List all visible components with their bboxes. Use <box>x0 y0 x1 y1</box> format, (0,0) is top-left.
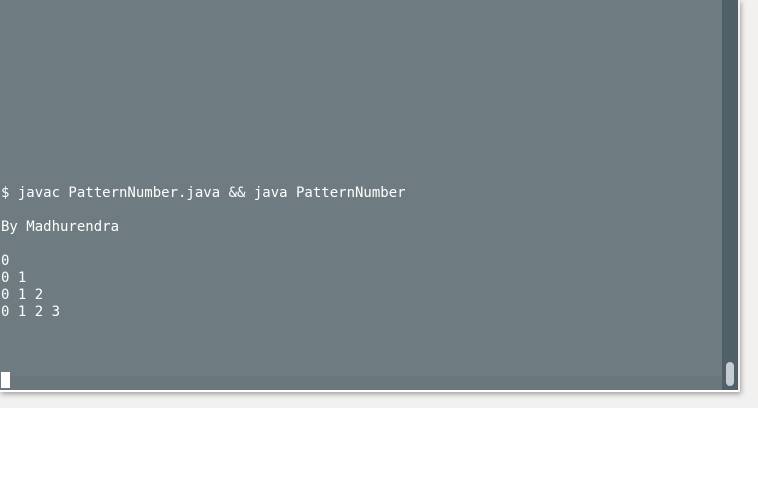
terminal-line-pattern: 0 1 2 3 <box>1 304 61 320</box>
terminal-line-author: By Madhurendra <box>1 219 120 235</box>
window-background-right <box>738 0 758 408</box>
window-background-bottom <box>0 392 758 408</box>
terminal-window[interactable]: $ javac PatternNumber.java && java Patte… <box>0 0 738 390</box>
terminal-output: $ javac PatternNumber.java && java Patte… <box>1 185 406 321</box>
terminal-cursor <box>1 372 10 388</box>
terminal-line-command: $ javac PatternNumber.java && java Patte… <box>1 185 406 201</box>
terminal-line-pattern: 0 1 2 <box>1 287 44 303</box>
terminal-bottom-band <box>0 376 722 390</box>
terminal-scrollbar[interactable] <box>722 0 738 390</box>
terminal-line-pattern: 0 <box>1 253 10 269</box>
scrollbar-thumb[interactable] <box>726 362 734 386</box>
terminal-line-pattern: 0 1 <box>1 270 27 286</box>
screen: $ javac PatternNumber.java && java Patte… <box>0 0 758 488</box>
